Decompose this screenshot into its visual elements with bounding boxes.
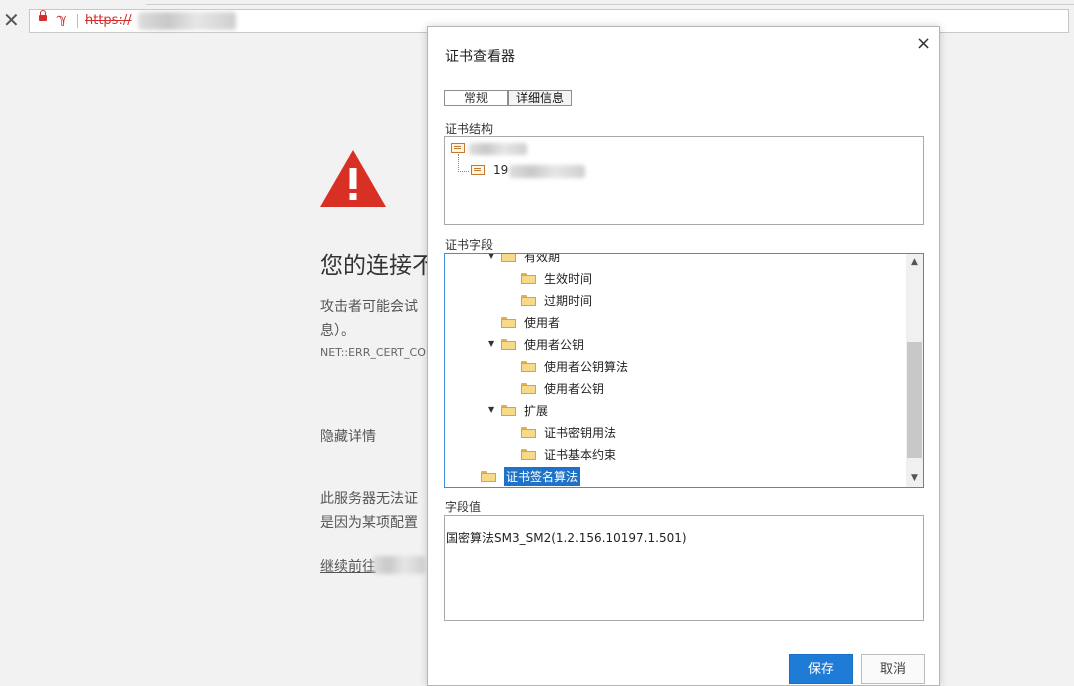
certificate-icon [471, 165, 485, 175]
field-value-box[interactable]: 国密算法SM3_SM2(1.2.156.10197.1.501) [444, 515, 924, 621]
field-value-label: 字段值 [445, 500, 482, 514]
field-value-text: 国密算法SM3_SM2(1.2.156.10197.1.501) [446, 531, 687, 545]
field-tree-item[interactable]: 有效期 [501, 254, 560, 265]
fields-label: 证书字段 [445, 238, 494, 252]
scroll-down-icon[interactable]: ▼ [906, 470, 923, 487]
folder-icon [521, 426, 536, 438]
field-tree-item-label[interactable]: 证书签名算法 [504, 466, 581, 486]
tab-strip [146, 0, 1074, 5]
field-tree-item-label[interactable]: 使用者 [524, 314, 560, 331]
tab-details[interactable]: 详细信息 [508, 90, 572, 106]
certificate-viewer-dialog: 证书查看器 × 常规 详细信息 证书结构 19 证书字段 ▼ 有效期生效时间过期时… [427, 26, 940, 686]
structure-child-label[interactable]: 19 [493, 163, 508, 177]
folder-icon [521, 360, 536, 372]
field-tree-item-label[interactable]: 使用者公钥算法 [544, 358, 628, 375]
url-text[interactable]: https:// [85, 13, 132, 28]
folder-icon [501, 316, 516, 328]
details-text-line1: 此服务器无法证 [320, 491, 418, 507]
field-tree-item[interactable]: 使用者公钥算法 [521, 357, 628, 375]
field-tree-item-label[interactable]: 生效时间 [544, 270, 592, 287]
field-tree-item-label[interactable]: 使用者公钥 [544, 380, 604, 397]
page-description-line1: 攻击者可能会试 [320, 299, 418, 315]
field-tree-item[interactable]: 扩展 [501, 401, 548, 419]
folder-icon [501, 254, 516, 262]
continue-link-label[interactable]: 继续前往 [320, 559, 376, 575]
divider [77, 14, 78, 28]
structure-label: 证书结构 [445, 122, 494, 136]
stop-icon[interactable]: ✕ [3, 10, 20, 30]
continue-link[interactable]: 继续前往 [320, 556, 376, 576]
shield-warning-icon[interactable]: ℽ [57, 12, 67, 27]
folder-icon [521, 382, 536, 394]
certificate-icon [451, 143, 465, 153]
field-tree-item-label[interactable]: 过期时间 [544, 292, 592, 309]
folder-icon [501, 338, 516, 350]
tab-general[interactable]: 常规 [444, 90, 508, 106]
redacted-subject [509, 165, 585, 178]
redacted-url [138, 12, 236, 30]
close-icon[interactable]: × [916, 33, 931, 54]
scroll-up-icon[interactable]: ▲ [906, 254, 923, 271]
folder-icon [521, 448, 536, 460]
field-tree-item-label[interactable]: 扩展 [524, 402, 548, 419]
tree-connector [458, 154, 469, 172]
redacted-host [373, 556, 425, 574]
field-tree-item[interactable]: 证书密钥用法 [521, 423, 616, 441]
dialog-title: 证书查看器 [445, 49, 515, 65]
field-tree-item-label[interactable]: 有效期 [524, 254, 560, 265]
fields-scrollbar[interactable]: ▲ ▼ [906, 254, 923, 487]
folder-icon [501, 404, 516, 416]
certificate-structure-tree[interactable]: 19 [444, 136, 924, 225]
certificate-fields-tree[interactable]: ▼ 有效期 生效时间 过期时间 使用者 ▼ 使用者公钥 使用者公钥算法 使用者公钥 ▼ 扩展 证书密钥… [444, 253, 924, 488]
field-tree-item[interactable]: 使用者公钥 [501, 335, 584, 353]
field-tree-item[interactable]: 过期时间 [521, 291, 592, 309]
field-tree-item[interactable]: 证书签名算法 [481, 466, 581, 486]
field-tree-item-label[interactable]: 证书基本约束 [544, 446, 616, 463]
folder-icon [521, 294, 536, 306]
hide-details-button[interactable]: 隐藏详情 [320, 426, 376, 446]
field-tree-item[interactable]: 使用者 [501, 313, 560, 331]
page-description-line2: 息）。 [320, 323, 355, 339]
field-tree-item[interactable]: 使用者公钥 [521, 379, 604, 397]
redacted-issuer [469, 143, 527, 155]
folder-icon [521, 272, 536, 284]
field-tree-item-label[interactable]: 使用者公钥 [524, 336, 584, 353]
details-text-line2: 是因为某项配置 [320, 515, 418, 531]
expand-arrow-icon[interactable]: ▼ [488, 339, 494, 348]
folder-icon [481, 470, 496, 482]
expand-arrow-icon[interactable]: ▼ [488, 405, 494, 414]
expand-arrow-icon[interactable]: ▼ [488, 254, 494, 260]
warning-icon [320, 150, 386, 207]
lock-icon[interactable] [39, 10, 47, 21]
page-headline: 您的连接不 [320, 253, 435, 279]
field-tree-item[interactable]: 证书基本约束 [521, 445, 616, 463]
field-tree-item-label[interactable]: 证书密钥用法 [544, 424, 616, 441]
scroll-thumb[interactable] [907, 342, 922, 458]
field-tree-item[interactable]: 生效时间 [521, 269, 592, 287]
error-code: NET::ERR_CERT_CO [320, 346, 426, 359]
